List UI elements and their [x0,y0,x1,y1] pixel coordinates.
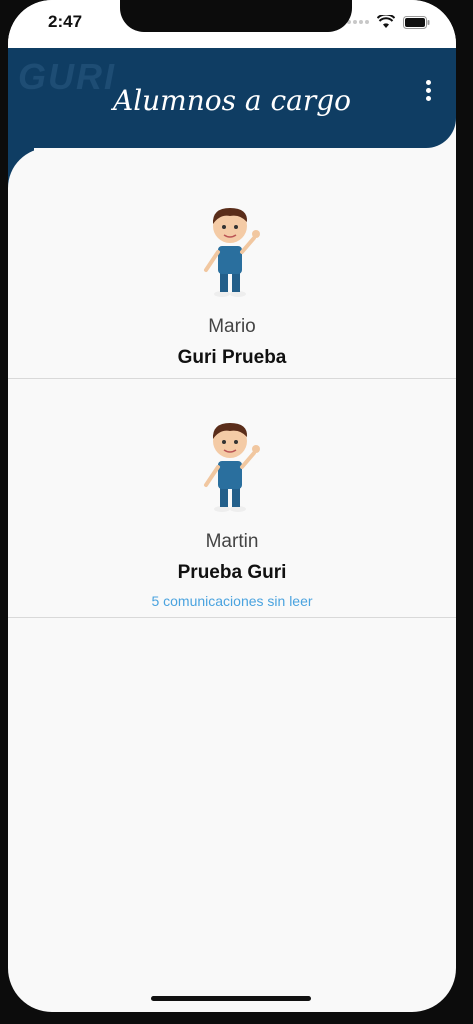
app-screen: 2:47 GURI Alumnos a cargo Mario Guri Pru… [8,0,456,1012]
device-frame: 2:47 GURI Alumnos a cargo Mario Guri Pru… [0,0,473,1024]
boy-avatar-icon [204,208,260,297]
status-icons [347,14,430,30]
signal-icon [347,20,369,24]
page-title: Alumnos a cargo [112,84,352,117]
unread-communications-label: 5 comunicaciones sin leer [151,593,313,609]
device-notch [120,0,352,32]
home-indicator[interactable] [151,996,311,1001]
wifi-icon [377,15,395,28]
student-last-name: Guri Prueba [177,347,287,368]
more-options-button[interactable] [418,78,438,102]
more-vertical-icon [425,79,431,85]
student-first-name: Mario [208,316,256,337]
student-card[interactable]: Martin Prueba Guri 5 comunicaciones sin … [8,379,456,618]
boy-avatar-icon [204,423,260,512]
battery-icon [403,15,430,29]
status-time: 2:47 [48,12,83,31]
student-card[interactable]: Mario Guri Prueba [8,192,456,379]
student-last-name: Prueba Guri [177,562,287,583]
student-first-name: Martin [205,531,259,552]
